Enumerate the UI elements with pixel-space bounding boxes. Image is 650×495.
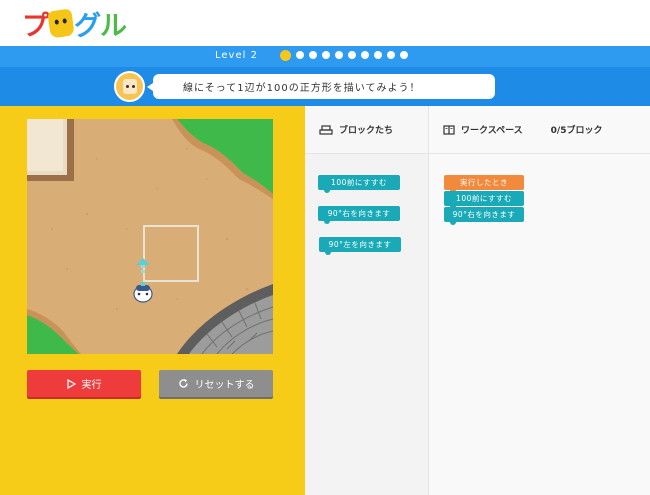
workspace-block-forward[interactable]: 100前にすすむ (444, 191, 524, 209)
blocks-icon (319, 124, 333, 135)
block-label: 100前にすすむ (456, 194, 512, 203)
level-dot[interactable] (400, 51, 408, 59)
blocks-panel-header: ブロックたち (305, 106, 428, 154)
level-dot[interactable] (361, 51, 369, 59)
book-icon (443, 124, 455, 135)
block-label: 90°右を向きます (452, 210, 516, 219)
run-label: 実行 (81, 380, 102, 391)
block-label: 100前にすすむ (331, 178, 387, 187)
level-dot[interactable] (309, 51, 317, 59)
app-header: プ グ ル (0, 0, 650, 46)
game-stage (27, 119, 273, 354)
level-dot[interactable] (348, 51, 356, 59)
block-label: 90°左を向きます (328, 240, 392, 249)
blocks-panel-title: ブロックたち (339, 126, 394, 136)
workspace-title: ワークスペース (461, 126, 523, 136)
logo-char-1: プ (22, 10, 49, 42)
reset-button[interactable]: リセットする (159, 370, 273, 397)
level-progress (280, 49, 408, 61)
instruction-text: 線にそって1辺が100の正方形を描いてみよう！ (183, 83, 421, 94)
level-dot[interactable] (335, 51, 343, 59)
level-dot[interactable] (374, 51, 382, 59)
instruction-bubble: 線にそって1辺が100の正方形を描いてみよう！ (147, 74, 495, 99)
level-dot[interactable] (296, 51, 304, 59)
reset-label: リセットする (194, 380, 255, 391)
block-label: 90°右を向きます (327, 209, 391, 218)
stage-panel: 実行 リセットする (0, 106, 305, 495)
mascot-icon (47, 7, 75, 39)
level-bar: Level 2 (0, 46, 650, 67)
palette-block-turn-left[interactable]: 90°左を向きます (319, 237, 401, 255)
workspace-block-when-run[interactable]: 実行したとき (444, 175, 524, 193)
workspace-block-turn-right[interactable]: 90°右を向きます (444, 207, 524, 225)
app-logo[interactable]: プ グ ル (22, 6, 127, 42)
instruction-bar: 線にそって1辺が100の正方形を描いてみよう！ (0, 67, 650, 106)
stage-scene (27, 119, 273, 354)
blocks-panel: ブロックたち 100前にすすむ 90°右を向きます 90°左を向きます (305, 106, 428, 495)
level-label: Level 2 (215, 50, 258, 61)
reset-icon (178, 379, 188, 388)
play-icon (66, 378, 76, 389)
block-label: 実行したとき (460, 178, 508, 187)
workspace-panel: ワークスペース 0/5ブロック 実行したとき 100前にすすむ 90°右を向きま… (428, 106, 650, 495)
palette-block-forward[interactable]: 100前にすすむ (318, 175, 400, 193)
logo-char-3: ル (100, 10, 127, 42)
logo-char-2: グ (74, 10, 101, 42)
level-dot-current[interactable] (280, 49, 291, 61)
level-dot[interactable] (387, 51, 395, 59)
block-count: 0/5ブロック (550, 126, 603, 136)
workspace-panel-header: ワークスペース 0/5ブロック (429, 106, 650, 154)
palette-block-turn-right[interactable]: 90°右を向きます (318, 206, 400, 224)
level-dot[interactable] (322, 51, 330, 59)
run-button[interactable]: 実行 (27, 370, 141, 397)
character-avatar (114, 71, 145, 102)
